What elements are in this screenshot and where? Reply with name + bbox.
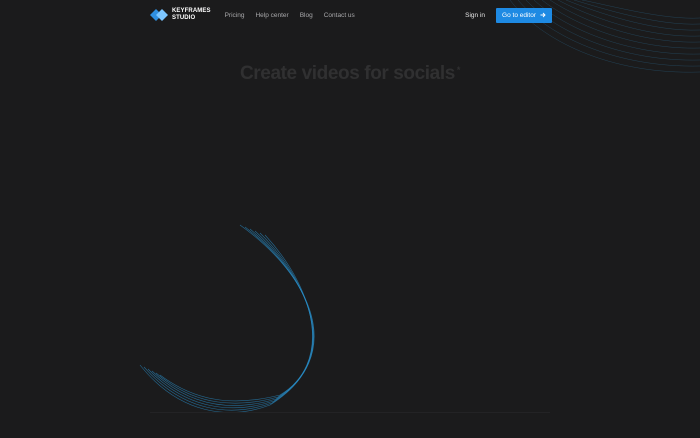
hero-title: Create videos for socials * [0,63,700,85]
brand-logo[interactable]: KEYFRAMES STUDIO [150,8,211,22]
section-divider [150,412,550,413]
go-to-editor-label: Go to editor [502,11,536,19]
top-navigation: KEYFRAMES STUDIO Pricing Help center Blo… [150,0,552,30]
sign-in-link[interactable]: Sign in [465,12,485,19]
nav-link-blog[interactable]: Blog [300,12,313,19]
arrow-right-icon [540,12,546,18]
brand-line-2: STUDIO [172,15,196,21]
nav-link-contact-us[interactable]: Contact us [324,12,355,19]
brand-line-1: KEYFRAMES [172,8,211,14]
brand-wordmark: KEYFRAMES STUDIO [172,8,211,22]
nav-link-help-center[interactable]: Help center [255,12,288,19]
hero-title-asterisk: * [456,65,461,75]
nav-link-pricing[interactable]: Pricing [225,12,245,19]
nav-links: Pricing Help center Blog Contact us [225,12,355,19]
decorative-wave-bottom [139,224,315,413]
hero-title-text: Create videos for socials [239,63,455,84]
keyframes-logo-icon [150,9,168,21]
go-to-editor-button[interactable]: Go to editor [496,7,552,23]
nav-actions: Sign in Go to editor [465,7,552,23]
landing-page: KEYFRAMES STUDIO Pricing Help center Blo… [0,0,700,438]
